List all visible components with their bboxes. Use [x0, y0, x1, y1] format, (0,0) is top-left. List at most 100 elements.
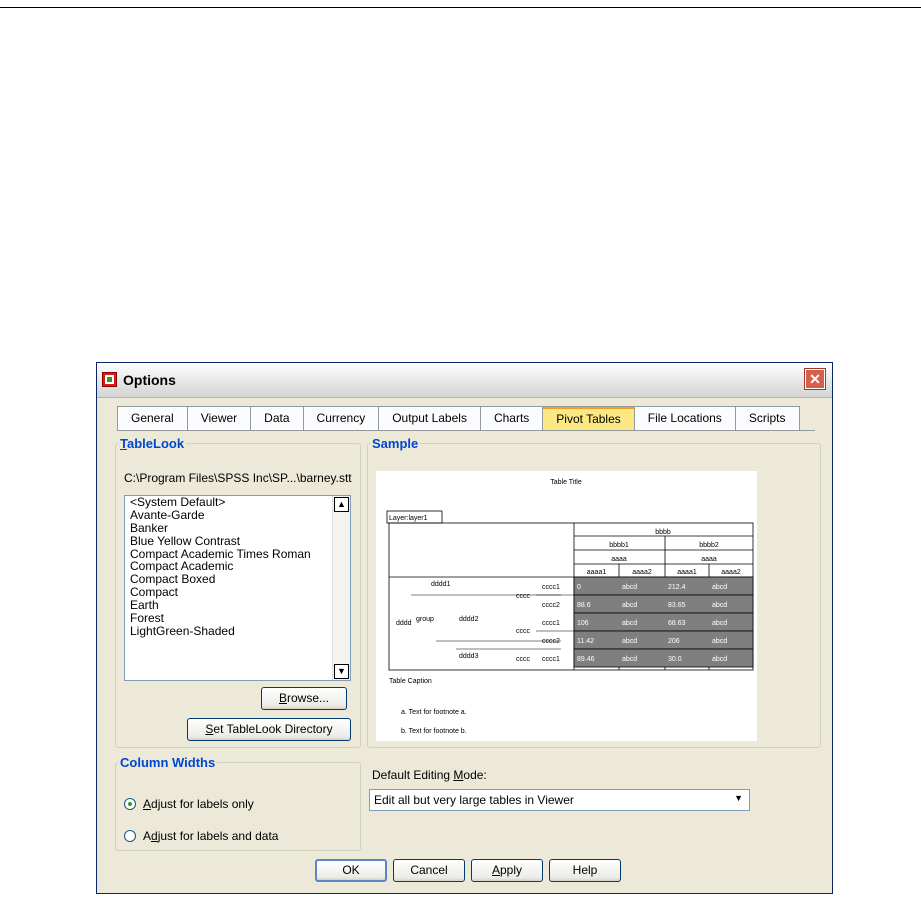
- tablelook-list[interactable]: <System Default> Avante-Garde Banker Blue Y…: [124, 495, 351, 681]
- tablelook-group: TableLook C:\Program Files\SPSS Inc\SP..…: [115, 436, 361, 748]
- tab-file-locations[interactable]: File Locations: [635, 407, 736, 431]
- col-header-sub: bbbb2: [699, 542, 719, 549]
- row-header-leaf: cccc1: [542, 620, 560, 627]
- tablelook-list-item[interactable]: <System Default>: [125, 496, 350, 509]
- col-header-leaf: aaaa2: [721, 569, 741, 576]
- data-cell: 88.6: [577, 602, 591, 609]
- data-cell: 89.46: [577, 656, 595, 663]
- scroll-down-icon[interactable]: ▼: [334, 664, 349, 679]
- row-header-c: cccc: [516, 656, 531, 663]
- tablelook-list-item[interactable]: Banker: [125, 521, 350, 535]
- data-cell: 0: [577, 584, 581, 591]
- title-bar[interactable]: Options ✕: [97, 363, 832, 398]
- tablelook-path: C:\Program Files\SPSS Inc\SP...\barney.s…: [124, 471, 352, 485]
- sample-caption: Table Caption: [389, 678, 432, 685]
- row-header-c: cccc: [516, 593, 531, 600]
- tab-bar: General Viewer Data Currency Output Labe…: [117, 406, 800, 431]
- data-cell: abcd: [622, 656, 637, 663]
- data-cell: 83.65: [668, 602, 686, 609]
- browse-button[interactable]: Browse...: [261, 687, 347, 710]
- col-header-leaf: aaaa2: [632, 569, 652, 576]
- sample-table: Table Title Layer:layer1 bbbb bbbb1 bbbb2 aaa…: [386, 479, 754, 735]
- column-widths-group: Column Widths Adjust for labels only Adj…: [115, 755, 361, 851]
- col-header-leaf: aaaa1: [587, 569, 607, 576]
- tab-currency[interactable]: Currency: [304, 407, 380, 431]
- radio-labels-and-data-label: Adjust for labels and data: [143, 829, 279, 843]
- data-cell: 68.63: [668, 620, 686, 627]
- tab-underline: [117, 430, 815, 431]
- editing-mode-select[interactable]: Edit all but very large tables in Viewer…: [369, 789, 750, 811]
- tab-scripts[interactable]: Scripts: [736, 407, 799, 431]
- radio-unselected-icon[interactable]: [124, 830, 136, 842]
- sample-group: Sample Table Title Layer:layer1 bbbb bbbb1 b…: [367, 436, 821, 748]
- data-cell: abcd: [712, 620, 727, 627]
- browse-first: B: [278, 691, 287, 705]
- tablelook-list-item[interactable]: Blue Yellow Contrast: [125, 534, 350, 548]
- data-cell: 206: [668, 638, 680, 645]
- data-cell: 212.4: [668, 584, 686, 591]
- tablelook-list-item[interactable]: LightGreen-Shaded: [125, 624, 350, 638]
- data-cell: abcd: [622, 584, 637, 591]
- sample-preview: Table Title Layer:layer1 bbbb bbbb1 bbbb2 aaa…: [376, 471, 757, 741]
- dialog-title: Options: [123, 372, 176, 388]
- sample-footnote-b: b. Text for footnote b.: [401, 728, 467, 735]
- tab-viewer[interactable]: Viewer: [188, 407, 252, 431]
- data-cell: abcd: [622, 638, 637, 645]
- row-header-d: dddd: [396, 620, 412, 627]
- tab-data[interactable]: Data: [251, 407, 304, 431]
- top-rule: [0, 7, 921, 8]
- row-header-dd: dddd2: [459, 616, 479, 623]
- tablelook-list-item[interactable]: Forest: [125, 612, 350, 625]
- editing-mode-value: Edit all but very large tables in Viewer: [374, 793, 574, 807]
- row-header-leaf: cccc2: [542, 602, 560, 609]
- row-header-c: cccc: [516, 628, 531, 635]
- cancel-button[interactable]: Cancel: [393, 859, 465, 882]
- tablelook-list-item[interactable]: Avante-Garde: [125, 508, 350, 522]
- col-header-sub: bbbb1: [609, 542, 629, 549]
- tablelook-legend-first: T: [120, 436, 127, 451]
- tab-output-labels[interactable]: Output Labels: [379, 407, 481, 431]
- close-icon[interactable]: ✕: [804, 368, 826, 390]
- tab-pivot-tables[interactable]: Pivot Tables: [543, 407, 635, 431]
- sample-table-title: Table Title: [550, 479, 582, 486]
- data-cell: 30.0: [668, 656, 682, 663]
- set-tablelook-directory-button[interactable]: Set TableLook Directory: [187, 718, 351, 741]
- apply-button[interactable]: Apply: [471, 859, 543, 882]
- radio-labels-and-data[interactable]: Adjust for labels and data: [124, 828, 374, 846]
- radio-labels-only-label: Adjust for labels only: [143, 797, 254, 811]
- radio-labels-only[interactable]: Adjust for labels only: [124, 796, 374, 814]
- radio-selected-icon[interactable]: [124, 798, 136, 810]
- col-header-top: bbbb: [655, 529, 671, 536]
- list-scrollbar[interactable]: ▲ ▼: [332, 496, 350, 680]
- tab-charts[interactable]: Charts: [481, 407, 544, 431]
- row-header-dd: dddd3: [459, 653, 479, 660]
- setdir-rest: et TableLook Directory: [213, 722, 333, 736]
- tablelook-legend: TableLook: [118, 436, 186, 451]
- data-cell: abcd: [712, 638, 727, 645]
- tablelook-items: <System Default> Avante-Garde Banker Blue Y…: [125, 496, 350, 638]
- data-cell: 106: [577, 620, 589, 627]
- row-header-group: group: [416, 616, 434, 623]
- editing-mode-label: Default Editing Mode:: [372, 768, 487, 782]
- dropdown-arrow-icon[interactable]: ▼: [734, 793, 743, 803]
- tab-general[interactable]: General: [118, 407, 188, 431]
- options-dialog: Options ✕ General Viewer Data Currency O…: [96, 362, 833, 894]
- data-cell: abcd: [622, 620, 637, 627]
- data-cell: abcd: [712, 656, 727, 663]
- row-header-dd: dddd1: [431, 581, 451, 588]
- col-header-mid: aaaa: [701, 556, 717, 563]
- row-header-leaf: cccc1: [542, 656, 560, 663]
- column-widths-legend: Column Widths: [120, 755, 216, 770]
- tablelook-legend-rest: ableLook: [126, 436, 185, 451]
- col-header-mid: aaaa: [611, 556, 627, 563]
- data-cell: 11.42: [577, 638, 594, 645]
- row-header-leaf: cccc1: [542, 584, 560, 591]
- row-header-leaf: cccc2: [542, 638, 560, 645]
- sample-layer-label: Layer:layer1: [389, 515, 428, 522]
- tablelook-list-item[interactable]: Compact: [125, 586, 350, 599]
- sample-legend: Sample: [372, 436, 419, 451]
- help-button[interactable]: Help: [549, 859, 621, 882]
- browse-rest: rowse...: [287, 691, 330, 705]
- scroll-up-icon[interactable]: ▲: [334, 497, 349, 512]
- ok-button[interactable]: OK: [315, 859, 387, 882]
